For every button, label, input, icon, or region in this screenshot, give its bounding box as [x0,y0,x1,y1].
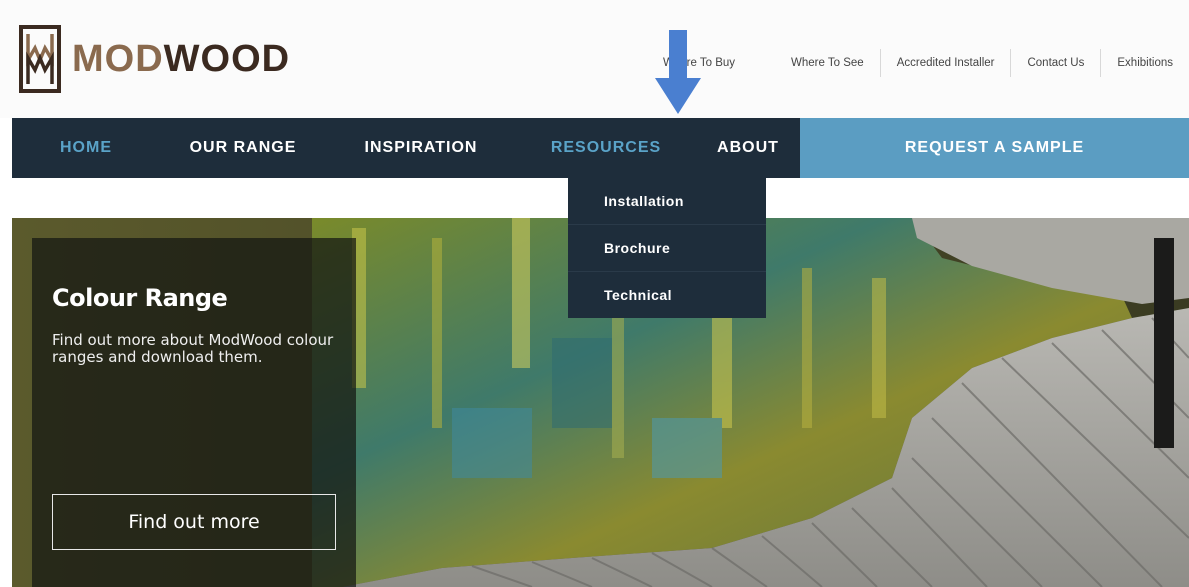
dropdown-item-technical[interactable]: Technical [568,271,766,318]
main-nav: HOME OUR RANGE INSPIRATION RESOURCES ABO… [12,118,1189,178]
promo-title: Colour Range [52,284,228,312]
utility-link-where-to-see[interactable]: Where To See [775,49,880,77]
logo-wordmark-mod: MOD [72,38,164,80]
dropdown-item-installation[interactable]: Installation [568,178,766,224]
dropdown-item-brochure[interactable]: Brochure [568,224,766,271]
nav-about[interactable]: ABOUT [696,118,800,178]
colour-range-promo: Colour Range Find out more about ModWood… [32,238,356,587]
site-header: MODWOOD Where To Buy Where To See Accred… [0,0,1189,118]
logo-wordmark: MODWOOD [72,40,290,78]
nav-our-range[interactable]: OUR RANGE [160,118,326,178]
request-sample-button[interactable]: REQUEST A SAMPLE [800,118,1189,178]
modwood-logo-icon [19,25,61,93]
utility-link-contact-us[interactable]: Contact Us [1010,49,1100,77]
site-logo[interactable]: MODWOOD [18,24,290,94]
resources-dropdown: Installation Brochure Technical [568,178,766,318]
utility-nav: Where To Buy Where To See Accredited Ins… [647,48,1189,78]
utility-link-accredited-installer[interactable]: Accredited Installer [879,49,1011,77]
utility-link-exhibitions[interactable]: Exhibitions [1100,49,1189,77]
nav-resources[interactable]: RESOURCES [516,118,696,178]
find-out-more-button[interactable]: Find out more [52,494,336,550]
nav-inspiration[interactable]: INSPIRATION [326,118,516,178]
promo-description: Find out more about ModWood colour range… [52,331,334,366]
down-arrow-icon [655,30,701,114]
logo-wordmark-wood: WOOD [163,38,291,80]
nav-home[interactable]: HOME [12,118,160,178]
